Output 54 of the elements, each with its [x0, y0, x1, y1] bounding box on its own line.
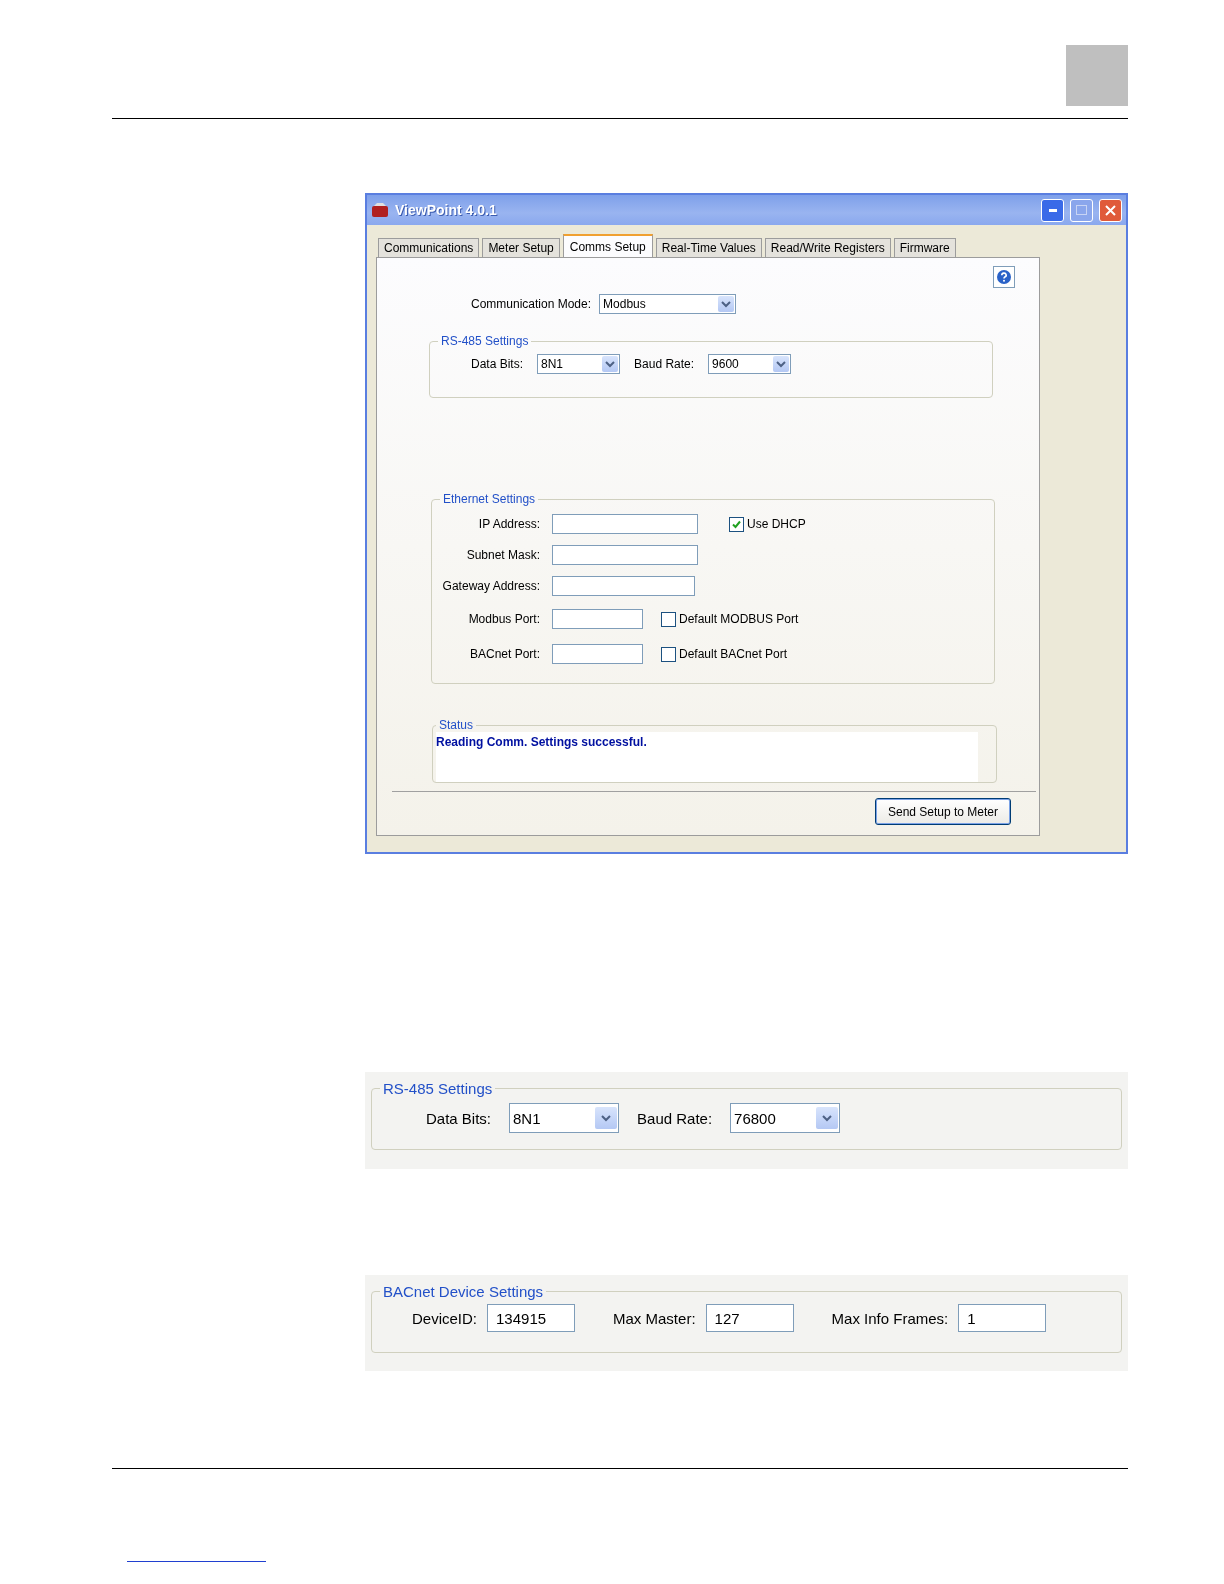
group-title: BACnet Device Settings	[382, 1283, 545, 1300]
field-label: Baud Rate:	[637, 1109, 713, 1127]
status-message: Reading Comm. Settings successful.	[436, 735, 647, 749]
checkbox-label: Default MODBUS Port	[679, 612, 799, 626]
tab[interactable]: Meter Setup	[482, 238, 560, 258]
checkbox[interactable]	[661, 611, 676, 627]
dropdown[interactable]: 8N1	[509, 1103, 620, 1133]
send-setup-button[interactable]: Send Setup to Meter	[875, 798, 1011, 825]
field-label: Gateway Address:	[441, 579, 540, 593]
field-label: Baud Rate:	[634, 357, 695, 371]
checkbox[interactable]	[729, 516, 744, 532]
close-button[interactable]	[1099, 198, 1122, 222]
field-label: DeviceID:	[412, 1309, 478, 1327]
input-field[interactable]: 127	[705, 1304, 794, 1332]
close-icon	[1105, 204, 1116, 216]
window-title: ViewPoint 4.0.1	[395, 202, 498, 218]
tab[interactable]: Firmware	[893, 238, 956, 258]
app-logo-icon	[371, 202, 389, 218]
field-label: Data Bits:	[426, 1109, 492, 1127]
dropdown[interactable]: 76800	[730, 1103, 841, 1133]
dropdown[interactable]: 9600	[708, 354, 792, 374]
checkbox-label: Default BACnet Port	[679, 647, 788, 661]
field-label: Max Info Frames:	[831, 1309, 949, 1327]
input-field[interactable]	[552, 545, 698, 565]
field-label: Communication Mode:	[471, 297, 592, 311]
chapter-tab-marker	[1066, 45, 1128, 106]
checkbox[interactable]	[661, 646, 676, 662]
input-field[interactable]	[552, 576, 695, 596]
group-title: RS-485 Settings	[382, 1080, 494, 1097]
input-field[interactable]	[552, 644, 643, 664]
minimize-icon	[1048, 208, 1057, 212]
field-label: Subnet Mask:	[465, 548, 540, 562]
input-field[interactable]: 134915	[487, 1304, 576, 1332]
tab[interactable]: Communications	[378, 238, 480, 258]
maximize-icon	[1076, 205, 1087, 215]
dropdown[interactable]: Modbus	[599, 294, 737, 314]
minimize-button[interactable]	[1041, 198, 1064, 222]
input-field[interactable]	[552, 514, 698, 534]
tab[interactable]: Real-Time Values	[655, 238, 762, 258]
tab[interactable]: Comms Setup	[562, 234, 653, 258]
field-label: IP Address:	[477, 517, 540, 531]
help-button[interactable]	[993, 266, 1015, 288]
group-title: RS-485 Settings	[440, 334, 530, 348]
checkbox-label: Use DHCP	[747, 517, 806, 531]
tab[interactable]: Read/Write Registers	[764, 238, 891, 258]
field-label: Max Master:	[613, 1309, 696, 1327]
field-label: Data Bits:	[471, 357, 524, 371]
field-label: Modbus Port:	[467, 612, 540, 626]
group-title: Status	[438, 718, 475, 732]
field-label: BACnet Port:	[468, 647, 540, 661]
input-field[interactable]	[552, 609, 643, 629]
group-title: Ethernet Settings	[442, 492, 537, 506]
input-field[interactable]: 1	[958, 1304, 1047, 1332]
dropdown[interactable]: 8N1	[537, 354, 621, 374]
